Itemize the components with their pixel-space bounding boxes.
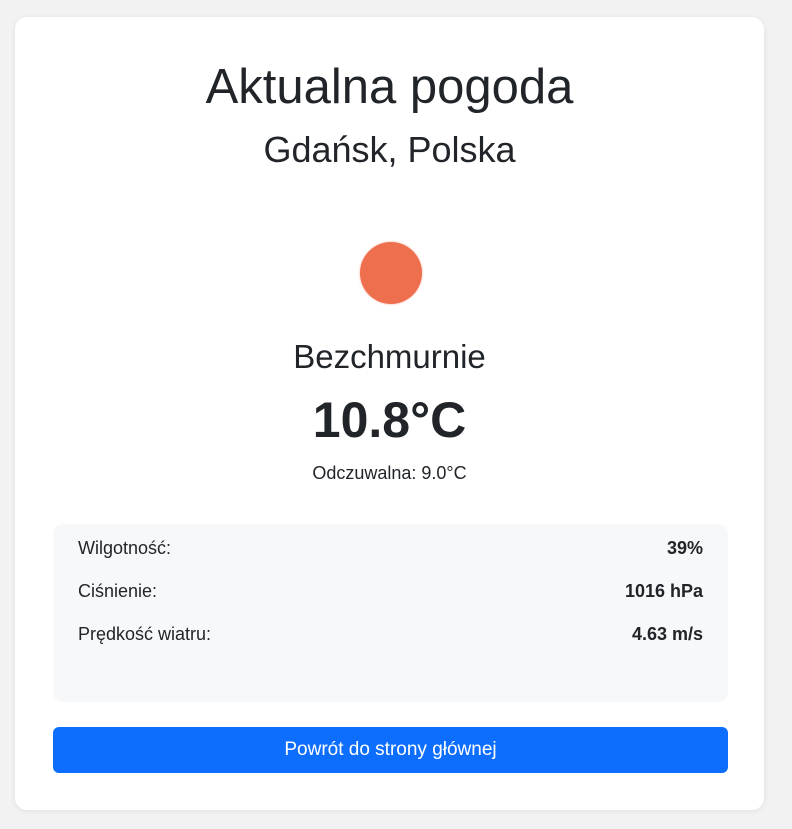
weather-card: Aktualna pogoda Gdańsk, Polska Bezchmurn… [15, 17, 764, 810]
detail-row-pressure: Ciśnienie: 1016 hPa [78, 578, 703, 604]
weather-description: Bezchmurnie [293, 338, 486, 375]
back-to-home-button[interactable]: Powrót do strony głównej [53, 727, 728, 773]
humidity-label: Wilgotność: [78, 537, 172, 558]
temperature-value: 10.8°C [312, 392, 467, 448]
pressure-label: Ciśnienie: [78, 580, 158, 601]
feels-like-text: Odczuwalna: 9.0°C [312, 463, 467, 483]
detail-row-humidity: Wilgotność: 39% [78, 535, 703, 561]
wind-speed-value: 4.63 m/s [631, 623, 703, 644]
location-heading: Gdańsk, Polska [263, 129, 516, 170]
pressure-value: 1016 hPa [624, 580, 703, 601]
detail-row-wind: Prędkość wiatru: 4.63 m/s [78, 621, 703, 647]
page-title: Aktualna pogoda [205, 60, 574, 114]
humidity-value: 39% [666, 537, 703, 558]
sun-icon [360, 242, 422, 304]
wind-speed-label: Prędkość wiatru: [78, 623, 212, 644]
